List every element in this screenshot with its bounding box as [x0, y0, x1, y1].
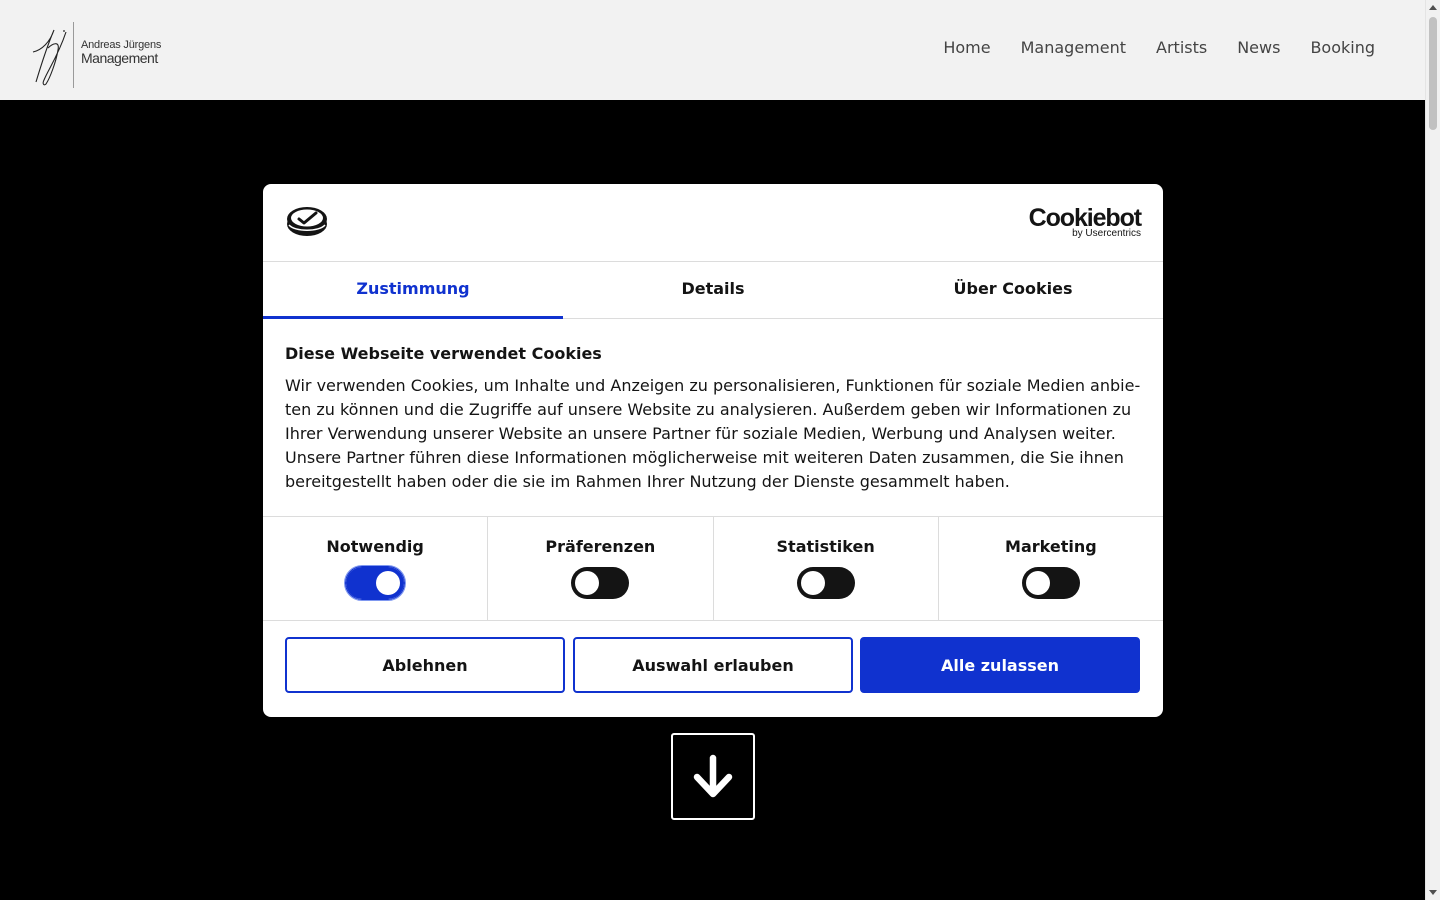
nav-item-management[interactable]: Management [1021, 38, 1126, 57]
scroll-down-arrow-icon[interactable] [1429, 890, 1437, 895]
toggle-knob [376, 571, 401, 595]
cookie-consent-icon [287, 207, 327, 236]
nav-item-artists[interactable]: Artists [1156, 38, 1207, 57]
page-scrollbar[interactable] [1425, 0, 1440, 900]
toggle-marketing[interactable] [1021, 567, 1080, 599]
allow-all-button[interactable]: Alle zulassen [860, 637, 1140, 693]
toggle-statistiken[interactable] [796, 567, 855, 599]
signature-logo-icon [32, 29, 67, 86]
nav-item-news[interactable]: News [1237, 38, 1280, 57]
dialog-header: Cookiebot by Usercentrics [263, 184, 1163, 262]
tab-zustimmung[interactable]: Zustimmung [263, 262, 563, 319]
nav-item-booking[interactable]: Booking [1310, 38, 1375, 57]
toggle-knob [800, 571, 825, 595]
arrow-down-icon [693, 754, 733, 797]
tab-details[interactable]: Details [563, 262, 863, 318]
site-header: Andreas Jürgens Management Home Manageme… [0, 0, 1425, 100]
category-label: Statistiken [776, 537, 875, 556]
category-marketing: Marketing [939, 517, 1163, 620]
logo-line-management: Management [81, 50, 158, 66]
category-statistiken: Statistiken [714, 517, 939, 620]
nav-item-home[interactable]: Home [943, 38, 990, 57]
toggle-notwendig[interactable] [344, 565, 407, 601]
cookiebot-brand[interactable]: Cookiebot by Usercentrics [1029, 205, 1142, 239]
category-label: Notwendig [326, 537, 424, 556]
category-label: Präferenzen [545, 537, 656, 556]
toggle-knob [1025, 571, 1050, 595]
site-logo[interactable]: Andreas Jürgens Management [30, 22, 170, 88]
scroll-down-button[interactable] [671, 733, 755, 820]
toggle-knob [575, 571, 600, 595]
dialog-title: Diese Webseite verwendet Cookies [285, 344, 602, 363]
allow-selection-button[interactable]: Auswahl erlauben [573, 637, 853, 693]
scroll-thumb[interactable] [1429, 17, 1437, 130]
category-label: Marketing [1005, 537, 1097, 556]
scroll-up-arrow-icon[interactable] [1429, 5, 1437, 10]
main-nav: Home Management Artists News Booking [913, 38, 1375, 57]
toggle-praeferenzen[interactable] [571, 567, 630, 599]
tab-ueber-cookies[interactable]: Über Cookies [863, 262, 1163, 318]
consent-buttons: Ablehnen Auswahl erlauben Alle zulassen [285, 637, 1140, 693]
consent-tabs: Zustimmung Details Über Cookies [263, 262, 1163, 319]
consent-categories: Notwendig Präferenzen Statistiken Market… [263, 516, 1163, 621]
category-notwendig: Notwendig [263, 517, 489, 620]
category-praeferenzen: Präferenzen [488, 517, 714, 620]
cookie-consent-dialog: Cookiebot by Usercentrics Zustimmung Det… [263, 184, 1163, 717]
decline-button[interactable]: Ablehnen [285, 637, 565, 693]
dialog-body: Diese Webseite verwendet Cookies Wir ver… [285, 344, 1145, 494]
dialog-description: Wir verwenden Cookies, um Inhalte und An… [285, 376, 1141, 491]
logo-divider [73, 22, 74, 88]
